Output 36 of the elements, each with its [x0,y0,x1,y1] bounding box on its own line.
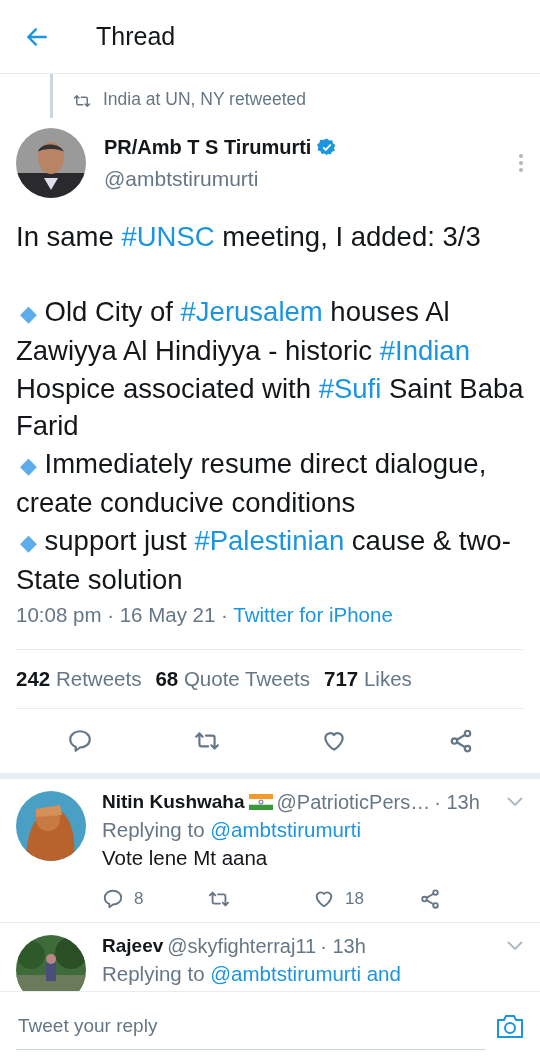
reply-handle: @skyfighterraj11 [167,934,317,958]
stat-count[interactable]: 717 Likes [324,666,412,691]
author-handle: @ambtstirumurti [104,166,260,191]
stat-count[interactable]: 68 Quote Tweets [155,666,311,691]
author-name: PR/Amb T S Tirumurti [104,135,312,159]
reply-button[interactable]: 8 [102,887,208,910]
reply-author-name: Rajeev [102,935,164,957]
retweet-icon [73,92,91,110]
replying-to-text: Replying to @ambtstirumurti [102,817,362,842]
hashtag-link[interactable]: #Sufi [318,372,382,404]
hashtag-link[interactable]: #Jerusalem [180,295,323,327]
source-link[interactable]: Twitter for iPhone [233,602,393,626]
retweeted-label: India at UN, NY retweeted [103,89,306,110]
replying-to-text: Replying to @ambtstirumurti and [102,961,402,986]
hashtag-link[interactable]: #Indian [379,335,470,366]
reply-text: Vote lene Mt aana [102,845,269,870]
reply-author-name: Nitin Kushwaha [102,791,245,813]
tweet-timestamp: 10:08 pm · 16 May 21 · Twitter for iPhone [16,602,393,626]
tweet-text: In same #UNSC meeting, I added: 3/3 [16,221,481,252]
like-button[interactable]: 18 [313,887,419,910]
comment-icon [66,727,93,754]
reply-time: · 13h [434,790,480,814]
tweet-text: ◆ Old City of #Jerusalem houses Al Zawiyya Al Hindiyya - historic #Indian Hospice associated with #Sufi Saint Baba Farid [16,295,524,441]
camera-icon[interactable] [496,1013,524,1039]
page-title: Thread [96,22,176,51]
reply-handle: @PatrioticPers… [276,790,431,814]
tweet-text: ◆ support just #Palestinian cause & two-State solution [16,524,511,595]
mention-link[interactable]: @ambtstirumurti [210,817,361,841]
hashtag-link[interactable]: #Palestinian [194,524,345,556]
share-icon [418,887,441,910]
hashtag-link[interactable]: #UNSC [121,221,215,252]
reply-time: · 13h [320,934,366,958]
stat-count[interactable]: 242 Retweets [16,666,142,691]
reply-button[interactable] [66,727,93,754]
comment-icon [102,887,124,910]
mention-link[interactable]: @ambtstirumurti and [210,961,401,985]
